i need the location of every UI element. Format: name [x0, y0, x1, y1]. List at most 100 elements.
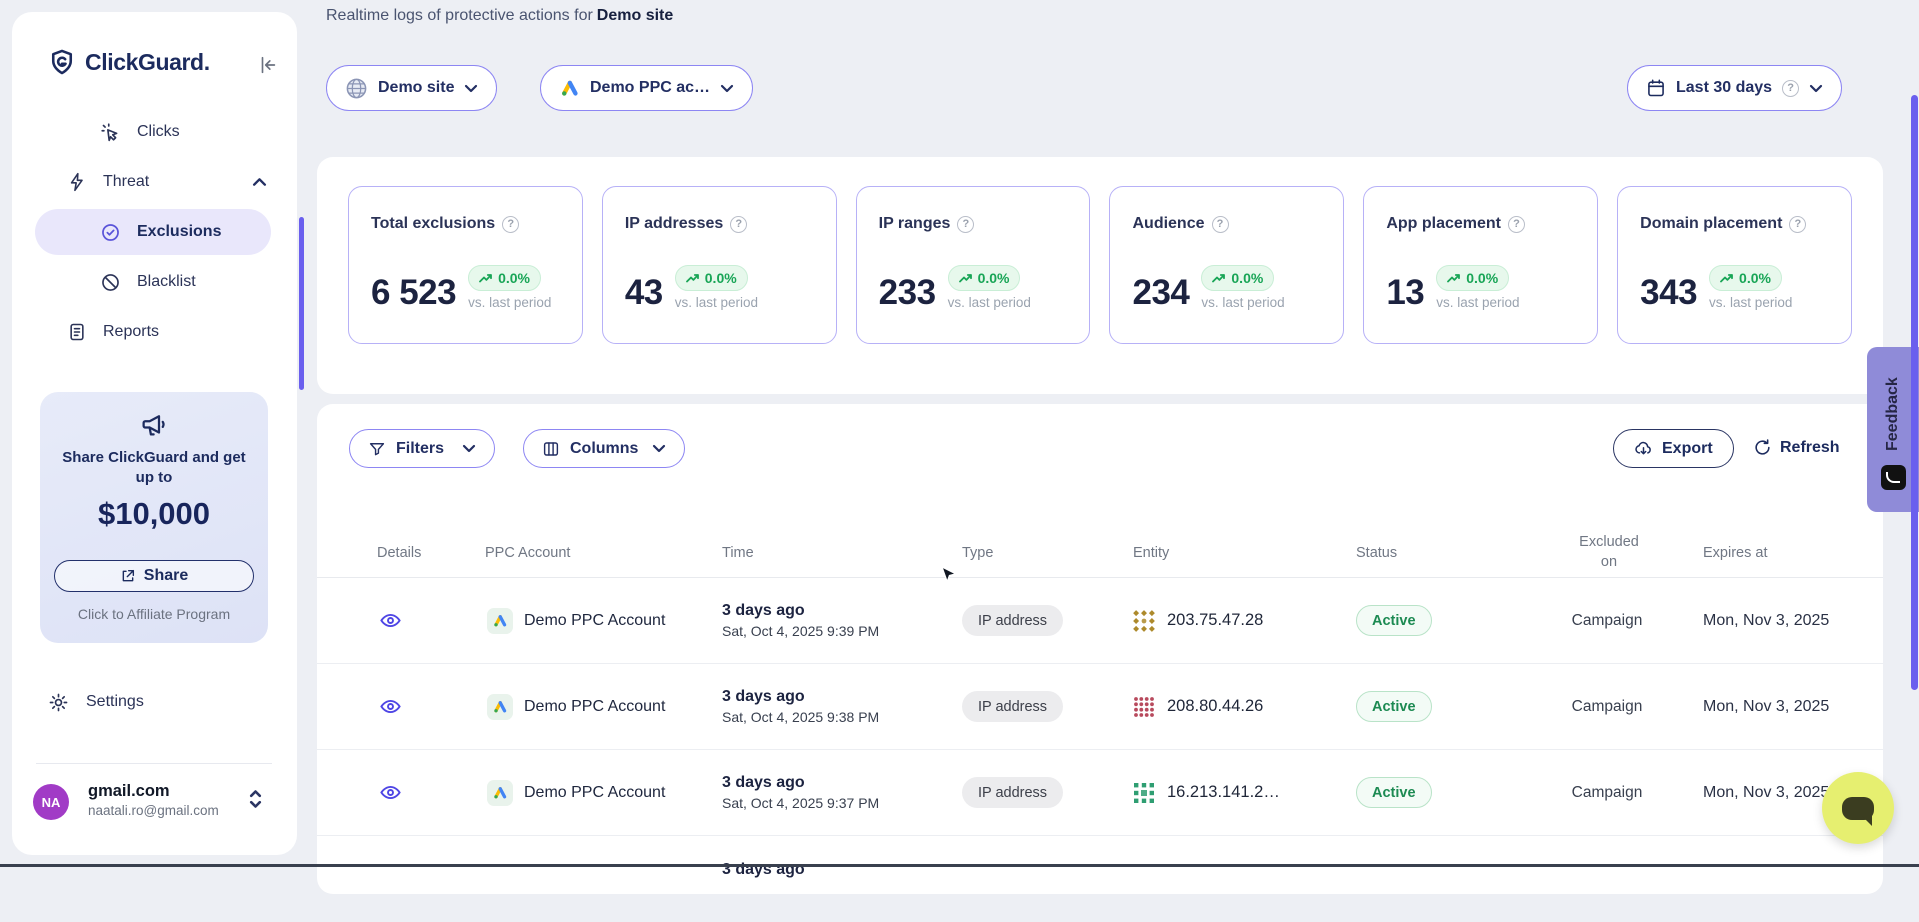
entity-cell: 208.80.44.26	[1133, 664, 1263, 749]
help-icon[interactable]: ?	[957, 216, 974, 233]
time-cell: 3 days ago	[722, 836, 805, 922]
google-ads-icon	[487, 608, 513, 634]
chevron-down-icon	[1809, 84, 1823, 93]
columns-icon	[542, 440, 560, 458]
help-icon[interactable]: ?	[1782, 80, 1799, 97]
avatar[interactable]: NA	[33, 784, 69, 820]
sidebar-collapse-icon[interactable]	[255, 52, 281, 78]
google-ads-icon	[559, 78, 580, 99]
chevron-down-icon	[464, 84, 478, 93]
help-icon[interactable]: ?	[502, 216, 519, 233]
account-switcher-icon[interactable]	[248, 788, 263, 810]
ppc-account-cell: Demo PPC Account	[487, 750, 665, 835]
stat-value: 13	[1386, 275, 1424, 310]
col-details: Details	[377, 528, 421, 577]
google-ads-icon	[487, 780, 513, 806]
sidebar-item-reports[interactable]: Reports	[67, 317, 159, 347]
stat-card-ip-addresses: IP addresses? 43 0.0% vs. last period	[602, 186, 837, 344]
site-selector[interactable]: Demo site	[326, 65, 497, 111]
stat-value: 6 523	[371, 275, 456, 310]
stat-card-app-placement: App placement? 13 0.0% vs. last period	[1363, 186, 1598, 344]
chevron-down-icon	[720, 84, 734, 93]
type-badge: IP address	[962, 605, 1063, 636]
status-badge: Active	[1356, 691, 1432, 722]
promo-amount: $10,000	[40, 496, 268, 532]
sidebar-scrollbar[interactable]	[299, 217, 304, 390]
eye-icon[interactable]	[379, 781, 402, 804]
delta-badge: 0.0%	[1201, 265, 1274, 291]
sidebar-item-threat[interactable]: Threat	[67, 167, 267, 197]
stat-value: 343	[1640, 275, 1697, 310]
sidebar-item-clicks[interactable]: Clicks	[100, 117, 180, 147]
excluded-on-value: Campaign	[1572, 784, 1643, 802]
time-cell: 3 days ago Sat, Oct 4, 2025 9:37 PM	[722, 750, 879, 835]
brand: ClickGuard.	[48, 46, 210, 78]
help-icon[interactable]: ?	[1789, 216, 1806, 233]
type-badge: IP address	[962, 691, 1063, 722]
sidebar-item-blacklist[interactable]: Blacklist	[100, 267, 196, 297]
click-cursor-icon	[100, 122, 121, 143]
subtitle-site-name: Demo site	[597, 7, 673, 24]
table-row-partial: 3 days ago	[317, 836, 1883, 922]
feedback-logo-icon	[1881, 465, 1906, 490]
google-ads-icon	[487, 694, 513, 720]
trend-up-icon	[479, 273, 493, 284]
page-scrollbar[interactable]	[1911, 95, 1918, 690]
lightning-icon	[67, 172, 87, 192]
exclusions-table-panel: Filters Columns Export Refresh	[317, 404, 1883, 894]
affiliate-link[interactable]: Click to Affiliate Program	[40, 606, 268, 622]
trend-up-icon	[1720, 273, 1734, 284]
document-icon	[67, 322, 87, 342]
chevron-down-icon	[652, 444, 666, 453]
eye-icon[interactable]	[379, 695, 402, 718]
globe-icon	[345, 77, 368, 100]
calendar-icon	[1646, 78, 1666, 98]
chevron-down-icon	[462, 444, 476, 453]
gear-icon	[48, 692, 69, 713]
clickguard-logo-icon	[48, 48, 76, 76]
refresh-button[interactable]: Refresh	[1753, 438, 1840, 457]
account-email: naatali.ro@gmail.com	[88, 803, 219, 818]
cloud-download-icon	[1634, 439, 1653, 458]
delta-badge: 0.0%	[948, 265, 1021, 291]
date-range-selector[interactable]: Last 30 days ?	[1627, 65, 1842, 111]
eye-icon[interactable]	[379, 609, 402, 632]
badge-check-icon	[100, 222, 121, 243]
help-icon[interactable]: ?	[1212, 216, 1229, 233]
entity-cell: 203.75.47.28	[1133, 578, 1263, 663]
delta-badge: 0.0%	[1709, 265, 1782, 291]
entity-cell: 16.213.141.2…	[1133, 750, 1280, 835]
delta-badge: 0.0%	[675, 265, 748, 291]
time-cell: 3 days ago Sat, Oct 4, 2025 9:38 PM	[722, 664, 879, 749]
stat-value: 43	[625, 275, 663, 310]
sidebar-item-exclusions[interactable]: Exclusions	[100, 217, 221, 247]
stat-value: 233	[879, 275, 936, 310]
columns-button[interactable]: Columns	[523, 429, 685, 468]
table-row: Demo PPC Account 3 days ago Sat, Oct 4, …	[317, 664, 1883, 750]
filters-button[interactable]: Filters	[349, 429, 495, 468]
stat-value: 234	[1132, 275, 1189, 310]
trend-up-icon	[686, 273, 700, 284]
help-icon[interactable]: ?	[1508, 216, 1525, 233]
table-row: Demo PPC Account 3 days ago Sat, Oct 4, …	[317, 578, 1883, 664]
funnel-icon	[368, 440, 386, 458]
excluded-on-value: Campaign	[1572, 698, 1643, 716]
help-icon[interactable]: ?	[730, 216, 747, 233]
sidebar-item-settings[interactable]: Settings	[48, 687, 144, 717]
table-row: Demo PPC Account 3 days ago Sat, Oct 4, …	[317, 750, 1883, 836]
ppc-account-selector[interactable]: Demo PPC ac…	[540, 65, 753, 111]
delta-badge: 0.0%	[468, 265, 541, 291]
stat-card-domain-placement: Domain placement? 343 0.0% vs. last peri…	[1617, 186, 1852, 344]
excluded-on-value: Campaign	[1572, 612, 1643, 630]
share-button[interactable]: Share	[54, 560, 254, 592]
divider	[36, 763, 272, 764]
page-subtitle: Realtime logs of protective actions forD…	[326, 7, 673, 25]
stats-panel: Total exclusions? 6 523 0.0% vs. last pe…	[317, 157, 1883, 394]
time-cell: 3 days ago Sat, Oct 4, 2025 9:39 PM	[722, 578, 879, 663]
chat-launcher-button[interactable]	[1822, 772, 1894, 844]
delta-badge: 0.0%	[1436, 265, 1509, 291]
megaphone-icon	[139, 410, 169, 440]
export-button[interactable]: Export	[1613, 429, 1734, 468]
stat-card-ip-ranges: IP ranges? 233 0.0% vs. last period	[856, 186, 1091, 344]
stat-card-total-exclusions: Total exclusions? 6 523 0.0% vs. last pe…	[348, 186, 583, 344]
